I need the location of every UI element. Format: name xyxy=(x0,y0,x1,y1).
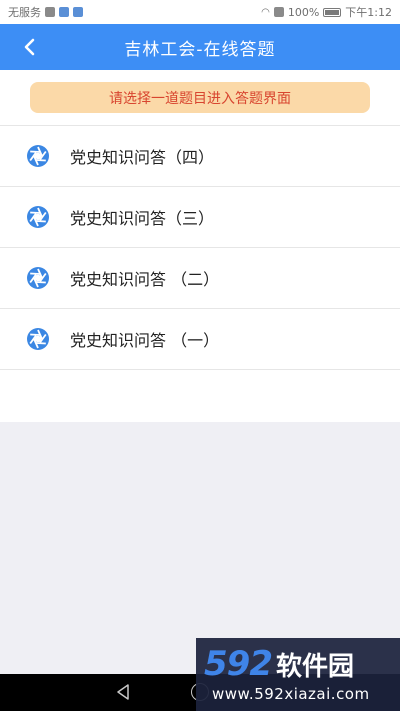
image-notification-icon xyxy=(73,7,83,17)
watermark-brand: 592 软件园 xyxy=(204,644,354,684)
aperture-icon xyxy=(27,145,49,167)
quiz-item[interactable]: 党史知识问答 （二） xyxy=(0,248,400,309)
quiz-item[interactable]: 党史知识问答（三） xyxy=(0,187,400,248)
watermark-text: 软件园 xyxy=(275,652,354,682)
nav-bar: 吉林工会-在线答题 xyxy=(0,24,400,70)
watermark-url: www.592xiazai.com xyxy=(212,685,370,703)
aperture-icon xyxy=(27,328,49,350)
status-right: ◠ 100% 下午1:12 xyxy=(261,4,392,20)
battery-icon xyxy=(323,7,342,17)
app-notification-icon xyxy=(59,7,69,17)
quiz-item[interactable]: 党史知识问答（四） xyxy=(0,126,400,187)
back-button[interactable] xyxy=(10,24,50,70)
quiz-item-label: 党史知识问答 （二） xyxy=(70,270,220,289)
main-content: 请选择一道题目进入答题界面 党史知识问答（四） 党史知识问答（三） 党史知识问答… xyxy=(0,70,400,422)
wifi-icon: ◠ xyxy=(261,6,270,18)
status-left: 无服务 xyxy=(8,4,83,20)
quiz-item-label: 党史知识问答（四） xyxy=(70,148,215,167)
hint-banner: 请选择一道题目进入答题界面 xyxy=(30,82,370,113)
nav-back-icon[interactable] xyxy=(114,683,132,701)
carrier-label: 无服务 xyxy=(8,6,41,19)
usb-icon xyxy=(45,7,55,17)
quiz-item-label: 党史知识问答（三） xyxy=(70,209,215,228)
aperture-icon xyxy=(27,206,49,228)
status-bar: 无服务 ◠ 100% 下午1:12 xyxy=(0,0,400,24)
chevron-left-icon xyxy=(24,38,35,56)
battery-percent: 100% xyxy=(287,5,320,19)
watermark-number: 592 xyxy=(204,644,273,684)
page-title: 吉林工会-在线答题 xyxy=(124,39,276,60)
watermark-logo: 592 软件园 www.592xiazai.com xyxy=(196,638,400,711)
sim-icon xyxy=(273,7,284,17)
quiz-item-label: 党史知识问答 （一） xyxy=(70,331,220,350)
quiz-item[interactable]: 党史知识问答 （一） xyxy=(0,309,400,370)
hint-wrap: 请选择一道题目进入答题界面 xyxy=(0,70,400,126)
aperture-icon xyxy=(27,267,49,289)
quiz-list: 党史知识问答（四） 党史知识问答（三） 党史知识问答 （二） 党史知识问答 （一… xyxy=(0,126,400,370)
clock: 下午1:12 xyxy=(345,6,392,19)
